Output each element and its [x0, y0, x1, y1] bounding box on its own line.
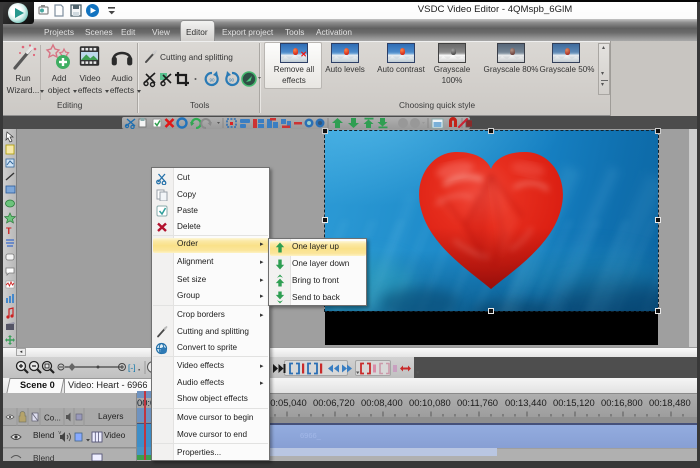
svg-text:90: 90 — [229, 78, 235, 83]
svg-text:90: 90 — [210, 78, 216, 83]
svg-text:▪: ▪ — [138, 368, 140, 374]
svg-text:Co...: Co... — [44, 414, 61, 423]
svg-text:T: T — [6, 226, 12, 236]
svg-text:[-]: [-] — [128, 363, 136, 373]
